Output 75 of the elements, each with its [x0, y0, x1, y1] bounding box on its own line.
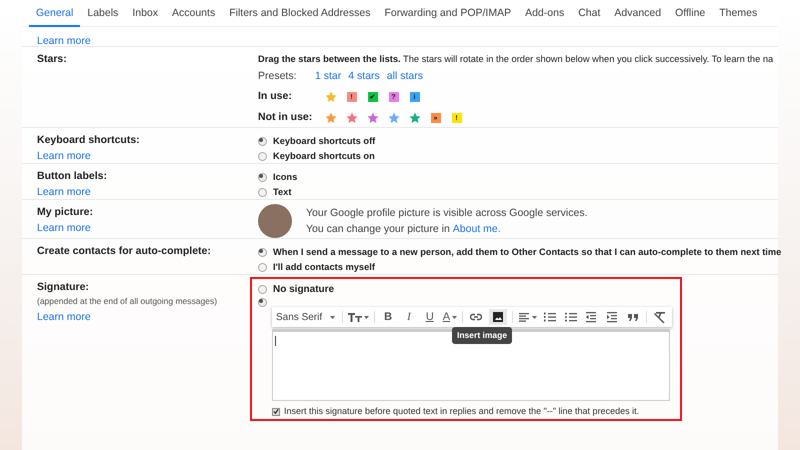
star-list-label: Not in use:	[258, 110, 314, 126]
setting-note: (appended at the end of all outgoing messages)	[37, 295, 218, 308]
caret-icon	[364, 316, 370, 318]
option-label: Keyboard shortcuts off	[273, 134, 376, 148]
settings-tab[interactable]: Filters and Blocked Addresses	[222, 0, 378, 27]
settings-tab[interactable]: Chat	[571, 0, 608, 27]
radio-button[interactable]	[258, 285, 267, 294]
checkbox-label: Insert this signature before quoted text in replies and remove the "--" line that precedes it.	[284, 405, 640, 418]
insert-image-icon	[492, 311, 504, 323]
caret-icon	[452, 316, 458, 318]
tooltip: Insert image	[452, 327, 512, 344]
star-list-label: In use:	[258, 89, 293, 104]
check-icon	[273, 408, 279, 416]
picture-info-text: You can change your picture in	[306, 222, 450, 237]
preset-link[interactable]: all stars	[386, 69, 423, 85]
link-icon	[470, 311, 482, 323]
learn-more-link[interactable]: Learn more	[37, 35, 91, 47]
learn-more-link[interactable]: Learn more	[37, 149, 91, 163]
clear-formatting-icon	[654, 311, 666, 323]
radio-button[interactable]	[258, 248, 267, 257]
settings-tab[interactable]: Inbox	[125, 0, 165, 27]
radio-button[interactable]	[258, 188, 267, 197]
setting-label: Stars:	[37, 52, 68, 66]
setting-label: Button labels:	[37, 169, 108, 183]
indent-icon	[606, 311, 618, 323]
learn-more-link[interactable]: Learn more	[37, 310, 91, 324]
text-color-button[interactable]: A	[442, 309, 458, 325]
align-left-icon	[518, 311, 530, 323]
checkbox[interactable]	[272, 408, 280, 416]
settings-tab[interactable]: Labels	[80, 0, 126, 27]
preset-link[interactable]: 4 stars	[348, 69, 380, 85]
bulleted-list-icon	[564, 311, 577, 323]
option-label: Keyboard shortcuts on	[273, 150, 375, 163]
quote-icon	[627, 311, 640, 323]
settings-tab[interactable]: Themes	[712, 0, 764, 27]
text-size-icon	[348, 311, 362, 323]
option-label: When I send a message to a new person, add them to Other Contacts so that I can auto-complete to them next time	[273, 246, 782, 259]
font-dropdown[interactable]: Sans Serif	[276, 309, 338, 325]
caret-icon	[330, 316, 336, 318]
learn-more-link[interactable]: Learn more	[37, 221, 91, 235]
settings-tab[interactable]: Forwarding and POP/IMAP	[377, 0, 518, 27]
stars-description: Drag the stars between the lists. The stars will rotate in the order shown below when you click successively. To learn the na	[258, 53, 774, 66]
settings-tab[interactable]: Add-ons	[518, 0, 572, 27]
option-label: I'll add contacts myself	[273, 260, 375, 274]
picture-info-text: Your Google profile picture is visible across Google services.	[306, 206, 588, 221]
outdent-icon	[585, 311, 598, 323]
radio-button[interactable]	[258, 263, 267, 272]
caret-icon	[532, 316, 537, 318]
avatar-placeholder	[258, 204, 292, 238]
bold-button[interactable]: B	[380, 309, 396, 325]
insert-image-button[interactable]	[488, 309, 507, 325]
option-label: Icons	[273, 170, 298, 184]
text-cursor	[275, 336, 276, 346]
radio-button[interactable]	[258, 137, 267, 146]
italic-button[interactable]: I	[400, 309, 417, 325]
preset-link[interactable]: 1 star	[315, 69, 342, 85]
presets-label: Presets:	[258, 69, 298, 84]
settings-tab[interactable]: Advanced	[607, 0, 668, 27]
option-label: Text	[273, 186, 292, 199]
signature-editor[interactable]	[272, 329, 670, 401]
settings-tab[interactable]: Accounts	[165, 0, 222, 27]
setting-label: Keyboard shortcuts:	[37, 133, 141, 147]
underline-button[interactable]: U	[422, 309, 438, 325]
learn-more-link[interactable]: Learn more	[37, 185, 91, 199]
about-me-link[interactable]: About me.	[452, 221, 501, 237]
setting-label: Create contacts for auto-complete:	[37, 244, 212, 258]
radio-button[interactable]	[258, 173, 267, 182]
settings-tab[interactable]: Offline	[668, 0, 712, 27]
radio-button[interactable]	[258, 298, 267, 307]
radio-button[interactable]	[258, 152, 267, 161]
numbered-list-icon	[544, 311, 556, 323]
setting-label: My picture:	[37, 205, 94, 219]
settings-tab[interactable]: General	[29, 0, 80, 27]
option-label: No signature	[273, 283, 334, 297]
setting-label: Signature:	[37, 280, 90, 294]
